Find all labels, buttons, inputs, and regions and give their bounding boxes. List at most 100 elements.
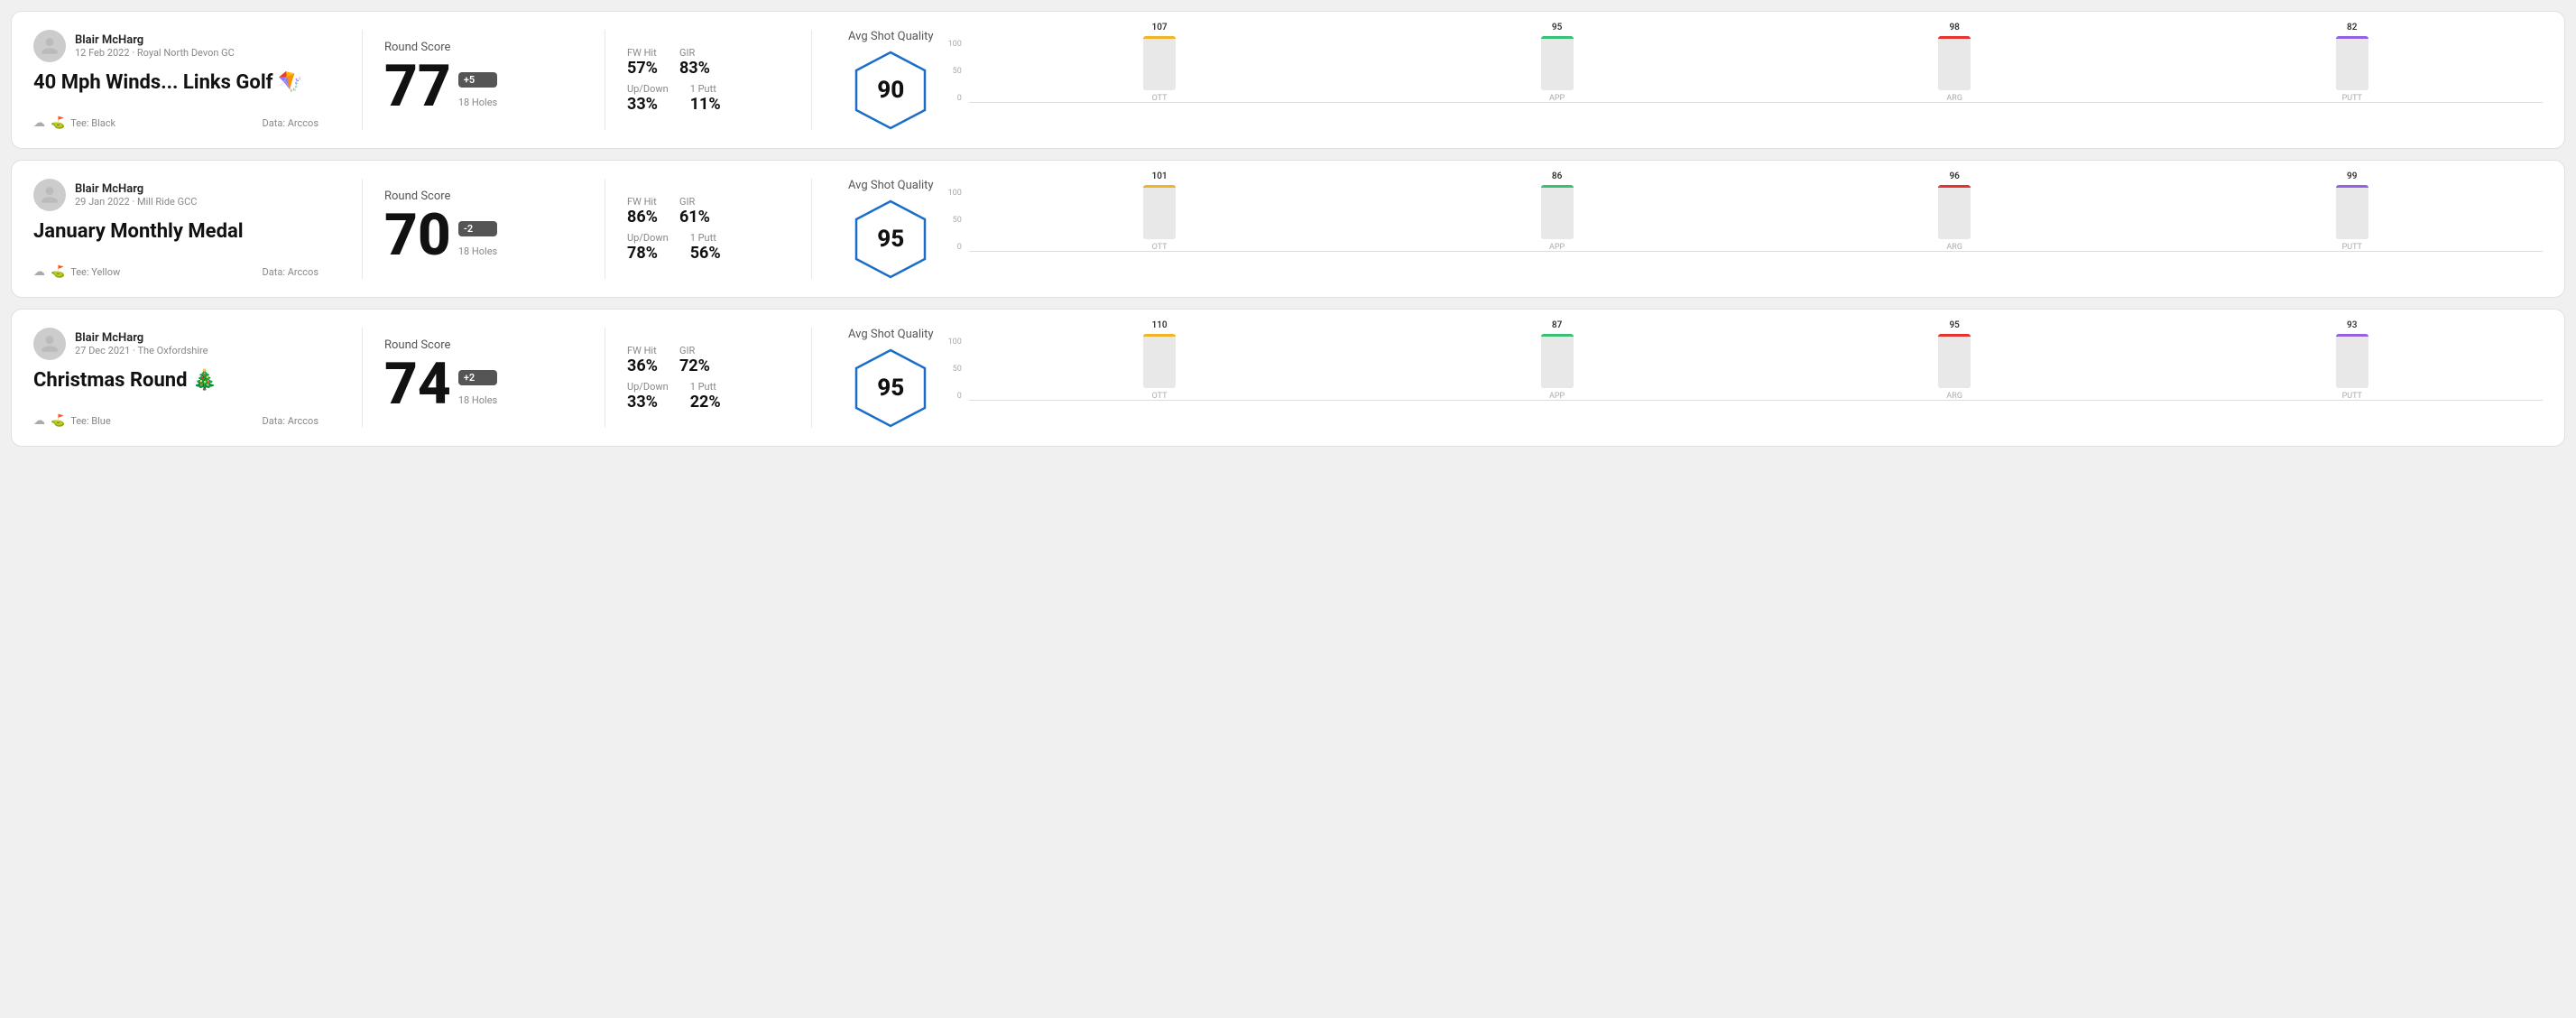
oneputt-value: 56% — [690, 244, 721, 263]
chart-col-ott: 107 OTT — [969, 23, 1351, 103]
score-section: Round Score 70 -2 18 Holes — [384, 179, 583, 279]
stat-gir: GIR 72% — [679, 345, 710, 375]
holes-label: 18 Holes — [458, 245, 497, 257]
chart-value-arg: 98 — [1949, 23, 1959, 32]
hexagon: 90 — [854, 51, 927, 130]
user-name: Blair McHarg — [75, 331, 208, 345]
stat-fw-hit: FW Hit 86% — [627, 196, 658, 227]
bag-icon: ⛳ — [51, 116, 65, 130]
stats-section: FW Hit 36% GIR 72% Up/Down 33% 1 Putt 22… — [627, 328, 789, 428]
tee-info: ☁ ⛳ Tee: Yellow — [33, 265, 120, 279]
bar-app — [1541, 334, 1574, 388]
chart-value-putt: 93 — [2347, 320, 2357, 330]
tee-label: Tee: Blue — [70, 415, 111, 427]
user-meta: Blair McHarg 27 Dec 2021 · The Oxfordshi… — [75, 331, 208, 356]
oneputt-label: 1 Putt — [690, 232, 721, 244]
chart-baseline — [969, 400, 2543, 401]
chart-area: 107 OTT 95 APP 98 — [969, 40, 2543, 121]
gir-value: 83% — [679, 59, 710, 78]
chart-area: 110 OTT 87 APP 95 — [969, 338, 2543, 419]
fw-hit-label: FW Hit — [627, 47, 658, 59]
hexagon-container: Avg Shot Quality 95 — [848, 179, 934, 279]
date-course: 27 Dec 2021 · The Oxfordshire — [75, 345, 208, 356]
chart-col-app: 95 APP — [1366, 23, 1748, 103]
stat-gir: GIR 83% — [679, 47, 710, 78]
date-course: 12 Feb 2022 · Royal North Devon GC — [75, 47, 235, 59]
bottom-meta: ☁ ⛳ Tee: Yellow Data: Arccos — [33, 265, 319, 279]
chart-col-putt: 99 PUTT — [2161, 171, 2543, 252]
score-row: 74 +2 18 Holes — [384, 356, 583, 413]
stat-fw-hit: FW Hit 36% — [627, 345, 658, 375]
chart-baseline — [969, 251, 2543, 252]
tee-label: Tee: Yellow — [70, 266, 120, 278]
quality-label: Avg Shot Quality — [848, 30, 934, 43]
bag-icon: ⛳ — [51, 414, 65, 428]
fw-hit-value: 86% — [627, 208, 658, 227]
stat-updown: Up/Down 78% — [627, 232, 669, 263]
chart-value-ott: 107 — [1151, 23, 1167, 32]
bar-arg — [1938, 185, 1971, 239]
hexagon-score: 90 — [877, 77, 904, 104]
gir-label: GIR — [679, 47, 710, 59]
fw-hit-label: FW Hit — [627, 345, 658, 356]
tee-info: ☁ ⛳ Tee: Black — [33, 116, 115, 130]
updown-label: Up/Down — [627, 83, 669, 95]
round-title: January Monthly Medal — [33, 220, 319, 244]
score-section: Round Score 74 +2 18 Holes — [384, 328, 583, 428]
oneputt-value: 11% — [690, 95, 721, 114]
bar-chart: 100 50 0 110 OTT 87 — [948, 338, 2543, 419]
stat-oneputt: 1 Putt 22% — [690, 381, 721, 412]
score-row: 70 -2 18 Holes — [384, 207, 583, 264]
user-name: Blair McHarg — [75, 33, 235, 47]
fw-hit-label: FW Hit — [627, 196, 658, 208]
round-card-round-1: Blair McHarg 12 Feb 2022 · Royal North D… — [11, 11, 2565, 149]
round-card-round-3: Blair McHarg 27 Dec 2021 · The Oxfordshi… — [11, 309, 2565, 447]
updown-value: 33% — [627, 393, 669, 412]
stats-section: FW Hit 86% GIR 61% Up/Down 78% 1 Putt 56… — [627, 179, 789, 279]
hexagon: 95 — [854, 348, 927, 428]
score-row: 77 +5 18 Holes — [384, 58, 583, 116]
bottom-meta: ☁ ⛳ Tee: Black Data: Arccos — [33, 116, 319, 130]
bottom-meta: ☁ ⛳ Tee: Blue Data: Arccos — [33, 414, 319, 428]
quality-section: Avg Shot Quality 90 100 50 0 — [834, 30, 2543, 130]
stat-gir: GIR 61% — [679, 196, 710, 227]
bar-ott — [1143, 36, 1176, 90]
score-badge: +5 — [458, 72, 497, 88]
round-title: 40 Mph Winds... Links Golf 🪁 — [33, 71, 319, 95]
quality-label: Avg Shot Quality — [848, 328, 934, 341]
stats-row-1: FW Hit 86% GIR 61% — [627, 196, 789, 227]
score-number: 77 — [384, 58, 451, 116]
divider-1 — [362, 179, 363, 279]
score-number: 70 — [384, 207, 451, 264]
quality-label: Avg Shot Quality — [848, 179, 934, 192]
hexagon-container: Avg Shot Quality 95 — [848, 328, 934, 428]
user-meta: Blair McHarg 29 Jan 2022 · Mill Ride GCC — [75, 182, 197, 208]
stats-row-2: Up/Down 33% 1 Putt 11% — [627, 83, 789, 114]
left-section: Blair McHarg 27 Dec 2021 · The Oxfordshi… — [33, 328, 340, 428]
left-section: Blair McHarg 29 Jan 2022 · Mill Ride GCC… — [33, 179, 340, 279]
hexagon: 95 — [854, 199, 927, 279]
stat-fw-hit: FW Hit 57% — [627, 47, 658, 78]
data-source: Data: Arccos — [263, 266, 319, 278]
bar-putt — [2336, 185, 2368, 239]
bar-chart: 100 50 0 101 OTT 86 — [948, 189, 2543, 270]
updown-value: 78% — [627, 244, 669, 263]
holes-label: 18 Holes — [458, 97, 497, 108]
stats-row-2: Up/Down 33% 1 Putt 22% — [627, 381, 789, 412]
gir-value: 61% — [679, 208, 710, 227]
tee-info: ☁ ⛳ Tee: Blue — [33, 414, 111, 428]
divider-1 — [362, 328, 363, 428]
data-source: Data: Arccos — [263, 415, 319, 427]
oneputt-label: 1 Putt — [690, 381, 721, 393]
chart-col-ott: 110 OTT — [969, 320, 1351, 401]
hexagon-score: 95 — [877, 375, 904, 402]
chart-col-arg: 98 ARG — [1764, 23, 2146, 103]
divider-3 — [811, 30, 812, 130]
bar-app — [1541, 36, 1574, 90]
user-info: Blair McHarg 12 Feb 2022 · Royal North D… — [33, 30, 319, 62]
chart-col-app: 86 APP — [1366, 171, 1748, 252]
hexagon-container: Avg Shot Quality 90 — [848, 30, 934, 130]
chart-value-app: 87 — [1552, 320, 1562, 330]
bar-ott — [1143, 334, 1176, 388]
round-title: Christmas Round 🎄 — [33, 369, 319, 393]
